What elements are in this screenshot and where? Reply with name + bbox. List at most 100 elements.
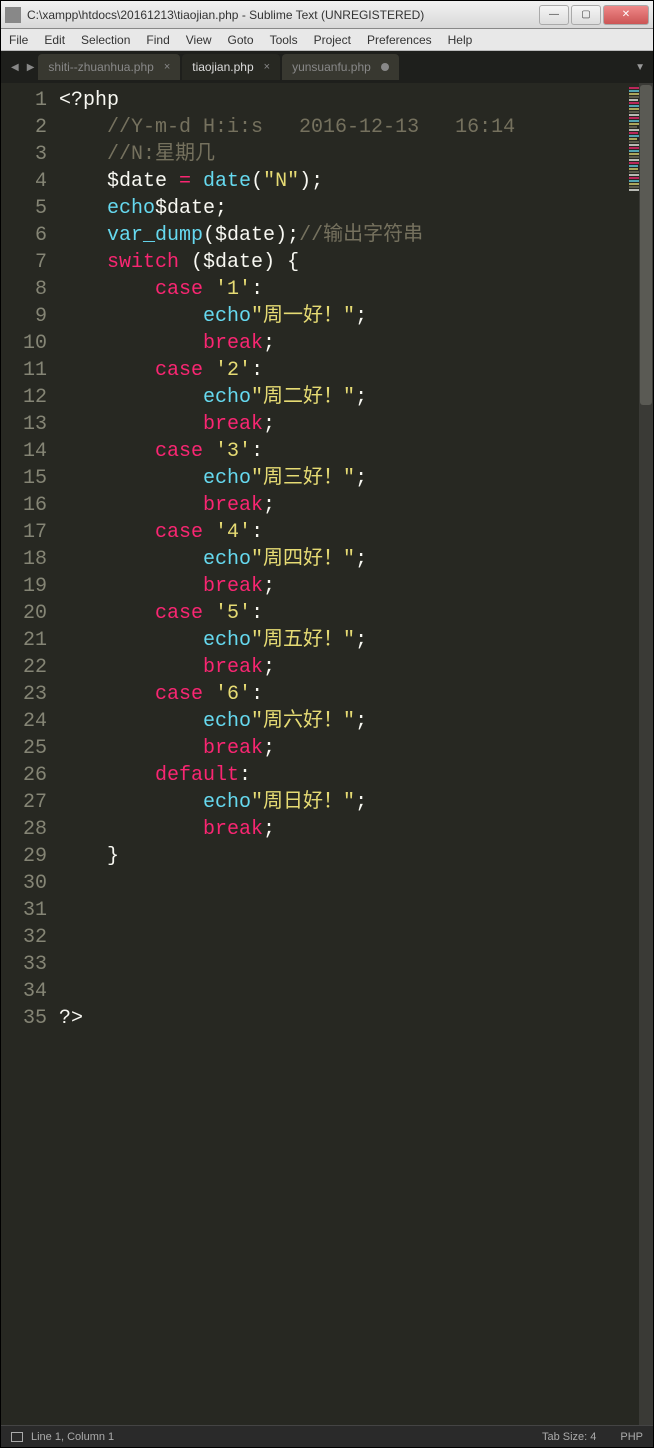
line-number: 34 xyxy=(1,978,59,1005)
line-number: 13 xyxy=(1,411,59,438)
code-line[interactable]: echo"周日好！"; xyxy=(59,789,627,816)
line-number: 14 xyxy=(1,438,59,465)
menu-view[interactable]: View xyxy=(186,33,212,47)
code-line[interactable]: switch ($date) { xyxy=(59,249,627,276)
line-number: 11 xyxy=(1,357,59,384)
tab-dirty-icon xyxy=(381,63,389,71)
code-line[interactable] xyxy=(59,897,627,924)
code-line[interactable]: echo"周一好！"; xyxy=(59,303,627,330)
menu-edit[interactable]: Edit xyxy=(44,33,65,47)
editor[interactable]: 1234567891011121314151617181920212223242… xyxy=(1,83,653,1425)
line-number: 16 xyxy=(1,492,59,519)
code-line[interactable]: case '5': xyxy=(59,600,627,627)
line-number: 23 xyxy=(1,681,59,708)
tab-shiti-zhuanhua[interactable]: shiti--zhuanhua.php × xyxy=(38,54,180,80)
code-line[interactable]: break; xyxy=(59,330,627,357)
menu-preferences[interactable]: Preferences xyxy=(367,33,432,47)
titlebar[interactable]: C:\xampp\htdocs\20161213\tiaojian.php - … xyxy=(1,1,653,29)
menu-project[interactable]: Project xyxy=(314,33,351,47)
statusbar: Line 1, Column 1 Tab Size: 4 PHP xyxy=(1,1425,653,1447)
code-line[interactable]: //N:星期几 xyxy=(59,141,627,168)
tab-overflow-icon[interactable]: ▼ xyxy=(635,62,645,73)
tabbar: ◀ ▶ shiti--zhuanhua.php × tiaojian.php ×… xyxy=(1,51,653,83)
code-line[interactable]: break; xyxy=(59,654,627,681)
line-number: 10 xyxy=(1,330,59,357)
window-controls: — ▢ ✕ xyxy=(537,5,649,25)
menu-file[interactable]: File xyxy=(9,33,28,47)
close-button[interactable]: ✕ xyxy=(603,5,649,25)
line-number: 30 xyxy=(1,870,59,897)
tab-tiaojian[interactable]: tiaojian.php × xyxy=(182,54,280,80)
line-number: 1 xyxy=(1,87,59,114)
line-number: 5 xyxy=(1,195,59,222)
menubar: File Edit Selection Find View Goto Tools… xyxy=(1,29,653,51)
scroll-thumb[interactable] xyxy=(640,85,652,405)
line-number: 21 xyxy=(1,627,59,654)
code-line[interactable] xyxy=(59,924,627,951)
line-number: 26 xyxy=(1,762,59,789)
code-area[interactable]: <?php //Y-m-d H:i:s 2016-12-13 16:14 //N… xyxy=(59,83,627,1425)
code-line[interactable]: <?php xyxy=(59,87,627,114)
code-line[interactable]: break; xyxy=(59,816,627,843)
menu-selection[interactable]: Selection xyxy=(81,33,130,47)
status-position[interactable]: Line 1, Column 1 xyxy=(31,1431,114,1443)
status-tabsize[interactable]: Tab Size: 4 xyxy=(542,1431,596,1443)
code-line[interactable] xyxy=(59,951,627,978)
line-number: 25 xyxy=(1,735,59,762)
tab-label: yunsuanfu.php xyxy=(292,60,371,74)
line-number: 33 xyxy=(1,951,59,978)
code-line[interactable]: case '2': xyxy=(59,357,627,384)
line-number: 35 xyxy=(1,1005,59,1032)
minimize-button[interactable]: — xyxy=(539,5,569,25)
window-title: C:\xampp\htdocs\20161213\tiaojian.php - … xyxy=(27,8,537,22)
maximize-button[interactable]: ▢ xyxy=(571,5,601,25)
code-line[interactable] xyxy=(59,978,627,1005)
code-line[interactable]: case '1': xyxy=(59,276,627,303)
line-number: 4 xyxy=(1,168,59,195)
code-line[interactable]: ?> xyxy=(59,1005,627,1032)
code-line[interactable]: break; xyxy=(59,735,627,762)
code-line[interactable]: //Y-m-d H:i:s 2016-12-13 16:14 xyxy=(59,114,627,141)
line-number: 3 xyxy=(1,141,59,168)
menu-help[interactable]: Help xyxy=(448,33,473,47)
code-line[interactable]: break; xyxy=(59,573,627,600)
line-number: 31 xyxy=(1,897,59,924)
code-line[interactable]: echo"周四好！"; xyxy=(59,546,627,573)
line-number: 9 xyxy=(1,303,59,330)
line-number: 15 xyxy=(1,465,59,492)
tab-yunsuanfu[interactable]: yunsuanfu.php xyxy=(282,54,399,80)
tab-close-icon[interactable]: × xyxy=(264,61,270,73)
code-line[interactable]: case '3': xyxy=(59,438,627,465)
code-line[interactable]: echo"周六好！"; xyxy=(59,708,627,735)
line-number: 29 xyxy=(1,843,59,870)
code-line[interactable]: case '6': xyxy=(59,681,627,708)
minimap[interactable] xyxy=(627,83,653,1425)
line-number: 27 xyxy=(1,789,59,816)
menu-find[interactable]: Find xyxy=(146,33,169,47)
code-line[interactable]: break; xyxy=(59,411,627,438)
line-gutter: 1234567891011121314151617181920212223242… xyxy=(1,83,59,1425)
menu-tools[interactable]: Tools xyxy=(270,33,298,47)
panel-switcher-icon[interactable] xyxy=(11,1432,23,1442)
code-line[interactable]: default: xyxy=(59,762,627,789)
code-line[interactable]: echo$date; xyxy=(59,195,627,222)
status-language[interactable]: PHP xyxy=(620,1431,643,1443)
line-number: 12 xyxy=(1,384,59,411)
code-line[interactable]: echo"周三好！"; xyxy=(59,465,627,492)
code-line[interactable]: echo"周二好！"; xyxy=(59,384,627,411)
scrollbar-vertical[interactable] xyxy=(639,83,653,1425)
code-line[interactable]: var_dump($date);//输出字符串 xyxy=(59,222,627,249)
code-line[interactable]: } xyxy=(59,843,627,870)
code-line[interactable]: case '4': xyxy=(59,519,627,546)
tab-label: tiaojian.php xyxy=(192,60,253,74)
menu-goto[interactable]: Goto xyxy=(228,33,254,47)
line-number: 32 xyxy=(1,924,59,951)
line-number: 28 xyxy=(1,816,59,843)
tab-prev-icon[interactable]: ◀ xyxy=(7,62,23,73)
code-line[interactable]: echo"周五好！"; xyxy=(59,627,627,654)
code-line[interactable]: $date = date("N"); xyxy=(59,168,627,195)
tab-next-icon[interactable]: ▶ xyxy=(23,62,39,73)
tab-close-icon[interactable]: × xyxy=(164,61,170,73)
code-line[interactable]: break; xyxy=(59,492,627,519)
code-line[interactable] xyxy=(59,870,627,897)
